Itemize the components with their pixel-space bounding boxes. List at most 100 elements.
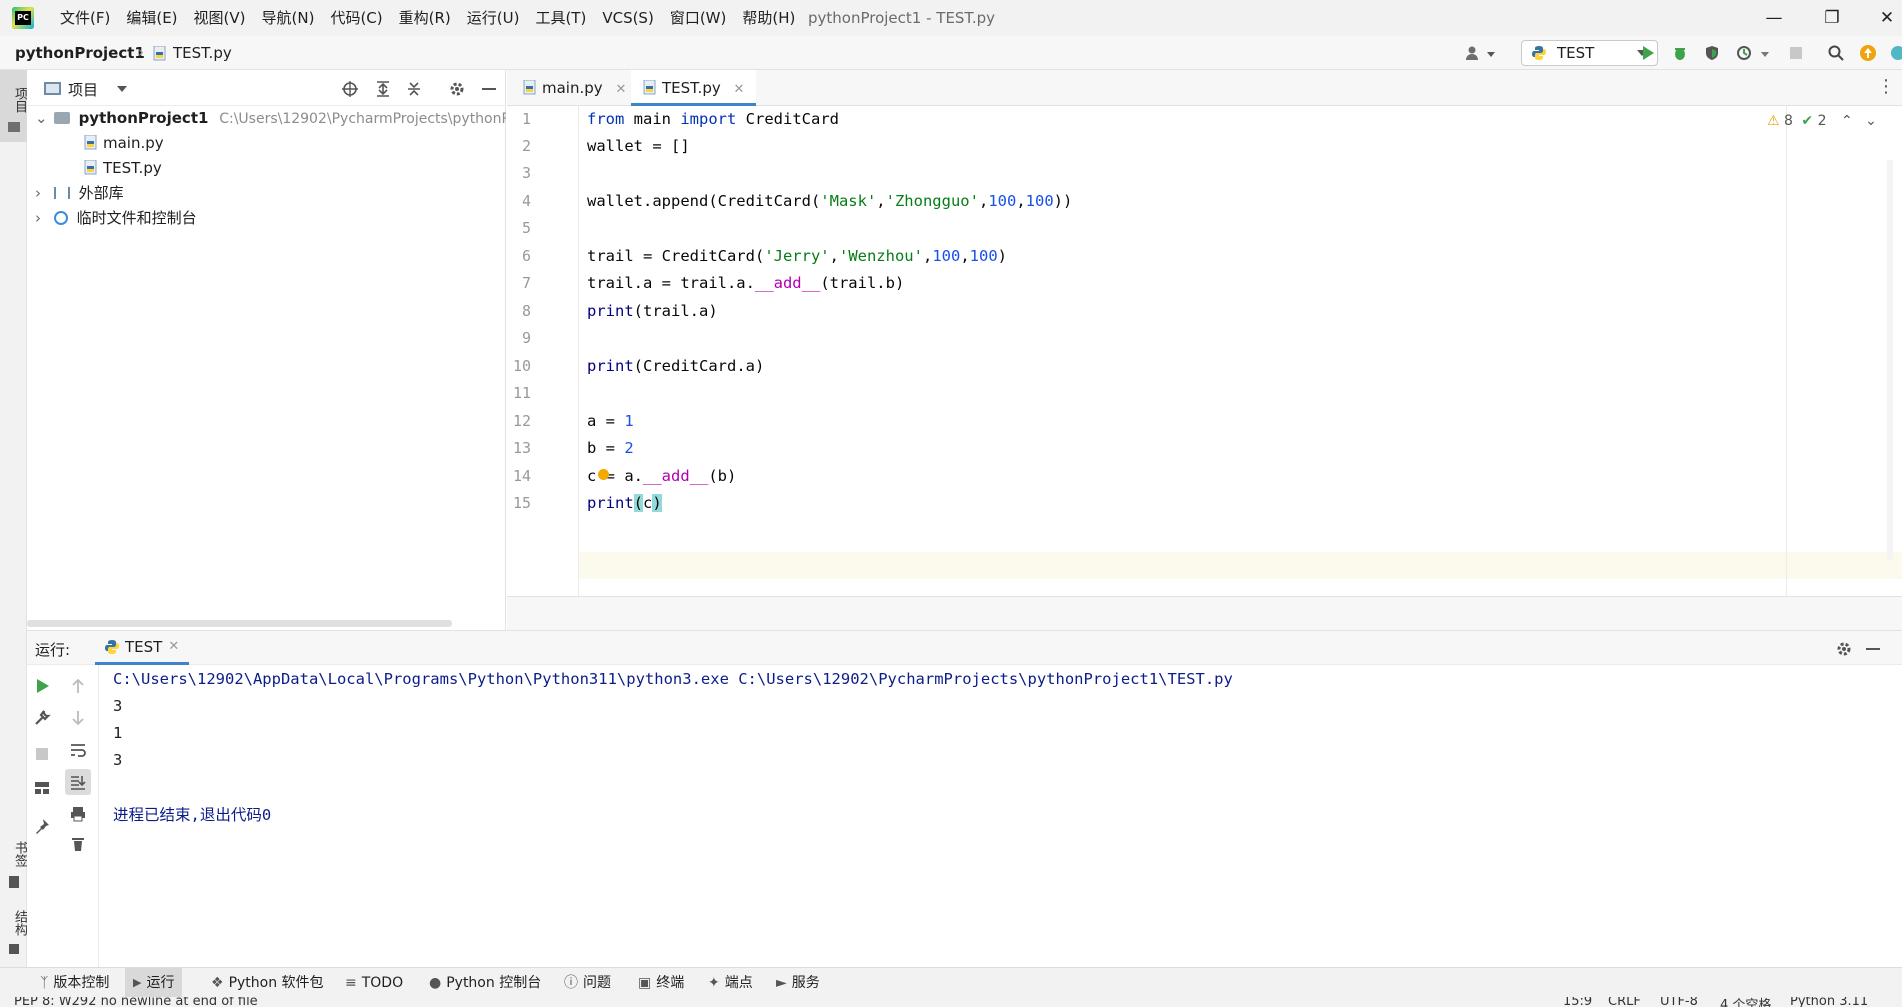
rerun-icon[interactable] bbox=[33, 677, 51, 695]
wrench-icon[interactable] bbox=[33, 709, 51, 727]
code-line-6[interactable]: trail = CreditCard('Jerry','Wenzhou',100… bbox=[587, 243, 1007, 270]
tab-test-py[interactable]: TEST.py ✕ bbox=[631, 70, 757, 106]
status-message[interactable]: PEP 8: W292 no newline at end of file bbox=[14, 997, 258, 1007]
inspection-widget[interactable]: ⚠ 8 ✔ 2 ⌃ ⌄ bbox=[1767, 113, 1877, 129]
project-tool-tab[interactable]: 项目 bbox=[0, 70, 27, 142]
close-tab-icon[interactable]: ✕ bbox=[168, 639, 179, 654]
code-line-13[interactable]: b = 2 bbox=[587, 435, 634, 462]
hide-panel-icon[interactable] bbox=[1866, 648, 1880, 650]
pin-icon[interactable] bbox=[33, 817, 51, 835]
python-packages-icon[interactable] bbox=[1890, 45, 1902, 61]
tab-main-py[interactable]: main.py ✕ bbox=[511, 70, 638, 106]
menu-view[interactable]: 视图(V) bbox=[186, 7, 254, 29]
run-configuration-select[interactable]: TEST bbox=[1521, 40, 1658, 66]
close-window-icon[interactable]: ✕ bbox=[1872, 5, 1902, 31]
tree-item-scratches[interactable]: › 临时文件和控制台 bbox=[35, 206, 197, 231]
chevron-down-icon[interactable] bbox=[1761, 52, 1769, 57]
soft-wrap-icon[interactable] bbox=[69, 741, 87, 759]
close-tab-icon[interactable]: ✕ bbox=[734, 82, 745, 97]
close-tab-icon[interactable]: ✕ bbox=[615, 82, 626, 97]
chevron-down-icon[interactable] bbox=[117, 86, 127, 92]
gear-icon[interactable] bbox=[1835, 640, 1853, 658]
coverage-icon[interactable] bbox=[1704, 45, 1720, 61]
tool-todo[interactable]: ≡ TODO bbox=[337, 968, 411, 998]
code-line-10[interactable]: print(CreditCard.a) bbox=[587, 353, 764, 380]
chevron-down-icon[interactable]: ⌄ bbox=[35, 106, 49, 131]
menu-code[interactable]: 代码(C) bbox=[322, 7, 390, 29]
breadcrumb-file[interactable]: TEST.py bbox=[173, 44, 232, 62]
tool-python-console[interactable]: ● Python 控制台 bbox=[421, 968, 549, 998]
python-interpreter[interactable]: Python 3.11 bbox=[1790, 997, 1868, 1007]
indent-setting[interactable]: 4 个空格 bbox=[1720, 997, 1771, 1007]
chevron-right-icon[interactable]: › bbox=[35, 181, 49, 206]
layout-icon[interactable] bbox=[33, 779, 51, 797]
expand-all-icon[interactable] bbox=[374, 80, 392, 98]
menu-vcs[interactable]: VCS(S) bbox=[594, 7, 661, 29]
run-icon[interactable] bbox=[1640, 45, 1656, 61]
collapse-all-icon[interactable] bbox=[405, 80, 423, 98]
chevron-down-icon[interactable]: ⌄ bbox=[1865, 113, 1877, 129]
hide-panel-icon[interactable] bbox=[482, 88, 496, 90]
tree-root[interactable]: ⌄ pythonProject1 C:\Users\12902\PycharmP… bbox=[35, 106, 506, 131]
tree-item-external-libraries[interactable]: › 外部库 bbox=[35, 181, 124, 206]
gear-icon[interactable] bbox=[448, 80, 466, 98]
structure-tool-tab[interactable]: 结构 bbox=[0, 900, 27, 966]
tool-services[interactable]: ► 服务 bbox=[768, 968, 828, 998]
code-line-4[interactable]: wallet.append(CreditCard('Mask','Zhonggu… bbox=[587, 188, 1072, 215]
tool-terminal[interactable]: ▣ 终端 bbox=[630, 968, 692, 998]
breadcrumb-project[interactable]: pythonProject1 bbox=[15, 44, 145, 62]
tree-item-main-py[interactable]: main.py bbox=[84, 131, 164, 156]
trash-icon[interactable] bbox=[69, 835, 87, 853]
chevron-right-icon[interactable]: › bbox=[35, 206, 49, 231]
line-separator[interactable]: CRLF bbox=[1608, 997, 1641, 1007]
menu-edit[interactable]: 编辑(E) bbox=[118, 7, 185, 29]
scroll-to-end-toggle[interactable] bbox=[65, 769, 91, 795]
profile-icon[interactable] bbox=[1736, 45, 1752, 61]
minimize-icon[interactable]: — bbox=[1759, 5, 1789, 31]
debug-icon[interactable] bbox=[1672, 45, 1688, 61]
caret-position[interactable]: 15:9 bbox=[1563, 997, 1592, 1007]
menu-help[interactable]: 帮助(H) bbox=[734, 7, 803, 29]
lightbulb-icon[interactable] bbox=[598, 469, 609, 480]
menu-refactor[interactable]: 重构(R) bbox=[391, 7, 459, 29]
menu-navigate[interactable]: 导航(N) bbox=[254, 7, 323, 29]
menu-window[interactable]: 窗口(W) bbox=[662, 7, 735, 29]
more-options-icon[interactable]: ⋮ bbox=[1877, 78, 1895, 96]
code-line-12[interactable]: a = 1 bbox=[587, 408, 634, 435]
stop-icon[interactable] bbox=[33, 745, 51, 763]
current-line-highlight bbox=[507, 552, 1902, 579]
locate-icon[interactable] bbox=[341, 80, 359, 98]
tool-version-control[interactable]: ᛉ 版本控制 bbox=[32, 968, 117, 998]
code-line-15[interactable]: print(c) bbox=[587, 490, 662, 517]
update-icon[interactable] bbox=[1860, 45, 1876, 61]
print-icon[interactable] bbox=[69, 805, 87, 823]
menu-run[interactable]: 运行(U) bbox=[459, 7, 528, 29]
code-line-7[interactable]: trail.a = trail.a.__add__(trail.b) bbox=[587, 270, 904, 297]
file-encoding[interactable]: UTF-8 bbox=[1660, 997, 1698, 1007]
tree-item-test-py[interactable]: TEST.py bbox=[84, 156, 162, 181]
user-account-icon[interactable] bbox=[1465, 45, 1481, 61]
arrow-down-icon[interactable] bbox=[69, 709, 87, 727]
code-line-8[interactable]: print(trail.a) bbox=[587, 298, 718, 325]
horizontal-scrollbar[interactable] bbox=[27, 620, 452, 627]
code-line-2[interactable]: wallet = [] bbox=[587, 133, 690, 160]
stop-icon[interactable] bbox=[1788, 45, 1804, 61]
chevron-down-icon[interactable] bbox=[1487, 52, 1495, 57]
console-output-line: 1 bbox=[113, 724, 123, 742]
code-line-14[interactable]: c = a.__add__(b) bbox=[587, 463, 736, 490]
arrow-up-icon[interactable] bbox=[69, 677, 87, 695]
chevron-up-icon[interactable]: ⌃ bbox=[1841, 113, 1853, 129]
vertical-scrollbar[interactable] bbox=[1887, 160, 1893, 560]
tool-problems[interactable]: ⓘ 问题 bbox=[556, 968, 619, 998]
bookmarks-tool-tab[interactable]: 书签 bbox=[0, 826, 27, 896]
tool-python-packages[interactable]: ❖ Python 软件包 bbox=[203, 968, 332, 998]
code-line-1[interactable]: from main import CreditCard bbox=[587, 106, 839, 133]
run-tab-test[interactable]: TEST ✕ bbox=[95, 631, 190, 665]
search-icon[interactable] bbox=[1828, 45, 1844, 61]
restore-icon[interactable]: ❐ bbox=[1817, 5, 1847, 31]
menu-tools[interactable]: 工具(T) bbox=[527, 7, 594, 29]
project-panel-title[interactable]: 项目 bbox=[68, 79, 98, 100]
tool-endpoints[interactable]: ✦ 端点 bbox=[700, 968, 761, 998]
menu-file[interactable]: 文件(F) bbox=[52, 7, 118, 29]
tool-run[interactable]: ▶ 运行 bbox=[125, 968, 183, 998]
